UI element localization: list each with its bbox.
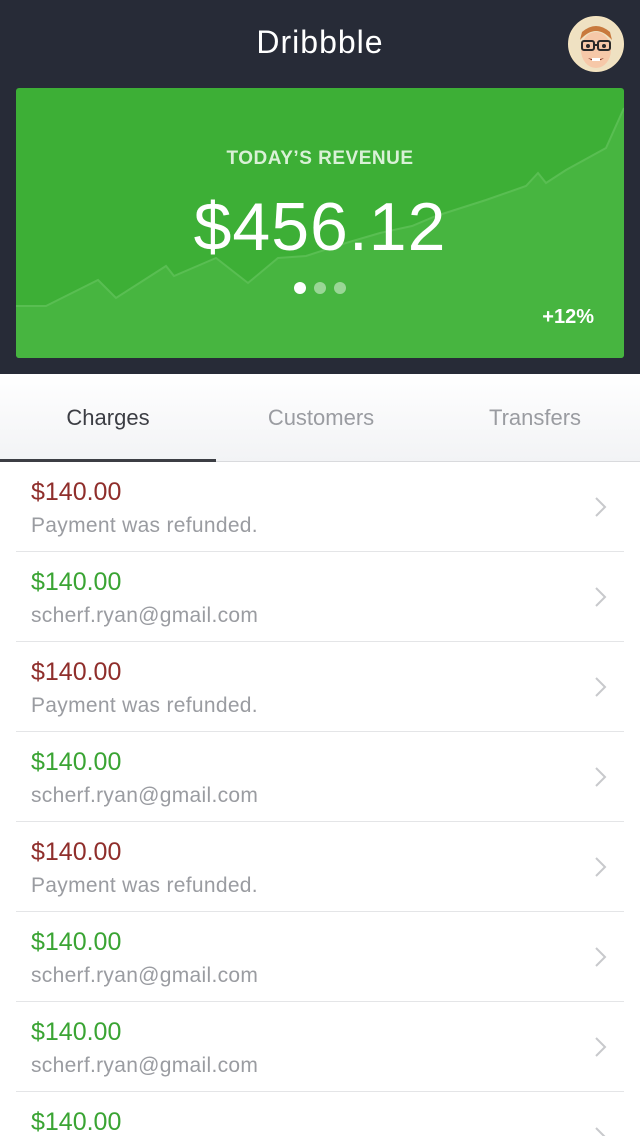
list-item[interactable]: $140.00 scherf.ryan@gmail.com <box>16 732 624 822</box>
charge-amount: $140.00 <box>31 748 122 776</box>
chevron-right-icon <box>595 947 607 967</box>
app-title: Dribbble <box>256 24 384 60</box>
page-dot-3[interactable] <box>334 282 346 294</box>
revenue-change: +12% <box>542 306 594 328</box>
page-dot-1[interactable] <box>294 282 306 294</box>
list-item[interactable]: $140.00 scherf.ryan@gmail.com <box>16 552 624 642</box>
list-item[interactable]: $140.00 Payment was refunded. <box>16 642 624 732</box>
charge-amount: $140.00 <box>31 928 122 956</box>
chevron-right-icon <box>595 857 607 877</box>
chevron-right-icon <box>595 587 607 607</box>
charge-detail: scherf.ryan@gmail.com <box>31 1054 259 1077</box>
list-item[interactable]: $140.00 Payment was refunded. <box>16 462 624 552</box>
chevron-right-icon <box>595 677 607 697</box>
charge-detail: Payment was refunded. <box>31 694 258 717</box>
charge-detail: scherf.ryan@gmail.com <box>31 604 259 627</box>
charge-amount: $140.00 <box>31 1108 122 1136</box>
chevron-right-icon <box>595 767 607 787</box>
tab-transfers[interactable]: Transfers <box>426 374 640 462</box>
revenue-card[interactable]: TODAY’S REVENUE $456.12 +12% <box>16 88 624 358</box>
list-item[interactable]: $140.00 scherf.ryan@gmail.com <box>16 1002 624 1092</box>
page-indicator[interactable] <box>294 282 346 294</box>
list-item[interactable]: $140.00 Payment was refunded. <box>16 822 624 912</box>
list-item[interactable]: $140.00 <box>16 1092 624 1136</box>
chevron-right-icon <box>595 1127 606 1136</box>
chevron-right-icon <box>595 497 607 517</box>
profile-avatar[interactable] <box>568 16 624 72</box>
charge-detail: scherf.ryan@gmail.com <box>31 964 259 987</box>
revenue-label: TODAY’S REVENUE <box>226 148 414 169</box>
charge-detail: scherf.ryan@gmail.com <box>31 784 259 807</box>
page-dot-2[interactable] <box>314 282 326 294</box>
chevron-right-icon <box>595 1037 607 1057</box>
list-item[interactable]: $140.00 scherf.ryan@gmail.com <box>16 912 624 1002</box>
charge-amount: $140.00 <box>31 838 122 866</box>
tab-bar: Charges Customers Transfers <box>0 374 640 462</box>
tab-customers[interactable]: Customers <box>216 374 426 462</box>
charge-amount: $140.00 <box>31 478 122 506</box>
charge-amount: $140.00 <box>31 658 122 686</box>
tab-charges[interactable]: Charges <box>0 374 216 462</box>
charge-amount: $140.00 <box>31 1018 122 1046</box>
app-header: Dribbble TODAY’S REVENUE $456.12 +12% <box>0 0 640 374</box>
charges-list: $140.00 Payment was refunded. $140.00 sc… <box>0 462 640 1136</box>
revenue-amount: $456.12 <box>193 189 447 265</box>
avatar-face-icon <box>570 18 622 70</box>
charge-detail: Payment was refunded. <box>31 514 258 537</box>
charge-amount: $140.00 <box>31 568 122 596</box>
charge-detail: Payment was refunded. <box>31 874 258 897</box>
